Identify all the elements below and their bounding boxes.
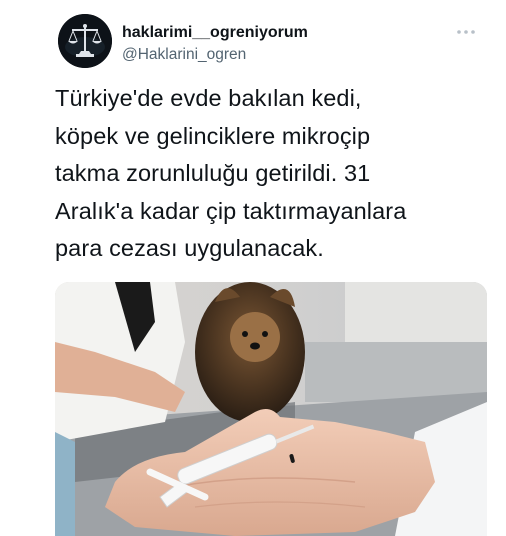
scales-of-justice-icon bbox=[58, 14, 112, 68]
tweet-text: Türkiye'de evde bakılan kedi, köpek ve g… bbox=[55, 85, 407, 261]
more-dots-icon bbox=[457, 30, 475, 34]
photo-microchip-injector-icon bbox=[55, 282, 487, 536]
more-button[interactable] bbox=[452, 22, 480, 42]
tweet-photo[interactable] bbox=[55, 282, 487, 536]
author-handle[interactable]: @Haklarini_ogren bbox=[122, 46, 246, 64]
tweet: haklarimi__ogreniyorum @Haklarini_ogren … bbox=[0, 0, 506, 536]
author-display-name[interactable]: haklarimi__ogreniyorum bbox=[122, 24, 308, 42]
avatar[interactable] bbox=[58, 14, 112, 68]
